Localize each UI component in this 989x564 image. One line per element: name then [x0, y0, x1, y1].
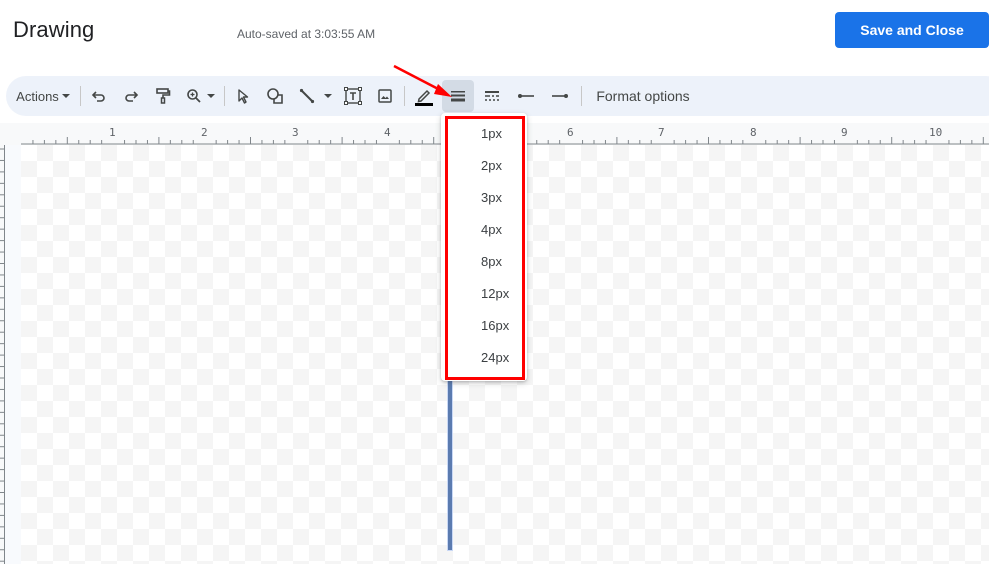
actions-label: Actions [16, 88, 59, 104]
chevron-down-icon [323, 94, 332, 98]
format-options-label: Format options [596, 88, 690, 104]
paint-format-button[interactable] [150, 80, 176, 112]
undo-button[interactable] [86, 80, 112, 112]
page-title: Drawing [13, 17, 95, 42]
canvas-gutter [5, 145, 21, 564]
redo-icon [125, 91, 139, 102]
line-weight-option[interactable]: 8px [441, 245, 527, 277]
save-and-close-button[interactable]: Save and Close [835, 12, 989, 48]
line-weight-option[interactable]: 24px [441, 341, 527, 373]
line-weight-option[interactable]: 1px [441, 117, 527, 149]
redo-button[interactable] [118, 80, 144, 112]
chevron-down-icon [61, 94, 70, 98]
toolbar-divider [581, 86, 582, 106]
line-weight-option[interactable]: 3px [441, 181, 527, 213]
line-icon [299, 88, 314, 104]
line-end-icon [552, 94, 568, 98]
line-dash-button[interactable] [478, 80, 506, 112]
line-start-button[interactable] [512, 80, 540, 112]
ruler-label: 8 [750, 126, 757, 139]
ruler-label: 2 [201, 126, 208, 139]
ruler-label: 4 [384, 126, 391, 139]
actions-menu-button[interactable]: Actions [12, 80, 74, 112]
line-end-button[interactable] [546, 80, 574, 112]
format-options-button[interactable]: Format options [588, 80, 698, 112]
text-box-icon [344, 87, 362, 105]
text-box-button[interactable] [340, 80, 366, 112]
zoom-button[interactable] [182, 80, 218, 112]
line-weight-menu: 1px 2px 3px 4px 8px 12px 16px 24px [441, 113, 527, 381]
ruler-label: 6 [567, 126, 574, 139]
line-dash-icon [485, 91, 499, 101]
line-weight-option[interactable]: 12px [441, 277, 527, 309]
paint-format-icon [156, 88, 171, 104]
zoom-icon [186, 89, 201, 103]
ruler-label: 10 [929, 126, 943, 139]
line-tool-button[interactable] [294, 80, 336, 112]
drawn-line-shape[interactable] [448, 378, 452, 550]
undo-icon [91, 91, 105, 102]
line-weight-option[interactable]: 2px [441, 149, 527, 181]
ruler-label: 9 [841, 126, 848, 139]
shape-tool-button[interactable] [262, 80, 288, 112]
ruler-label: 3 [292, 126, 299, 139]
line-start-icon [518, 94, 534, 98]
toolbar-divider [80, 86, 81, 106]
autosave-status: Auto-saved at 3:03:55 AM [237, 27, 376, 41]
toolbar: Actions Format options [6, 76, 989, 116]
line-weight-option[interactable]: 4px [441, 213, 527, 245]
line-weight-option[interactable]: 16px [441, 309, 527, 341]
ruler-label: 1 [109, 126, 116, 139]
select-tool-button[interactable] [230, 80, 256, 112]
shape-icon [267, 88, 283, 104]
chevron-down-icon [206, 94, 215, 98]
ruler-label: 7 [658, 126, 665, 139]
toolbar-divider [224, 86, 225, 106]
select-icon [238, 89, 249, 104]
annotation-arrow-icon [393, 64, 452, 97]
